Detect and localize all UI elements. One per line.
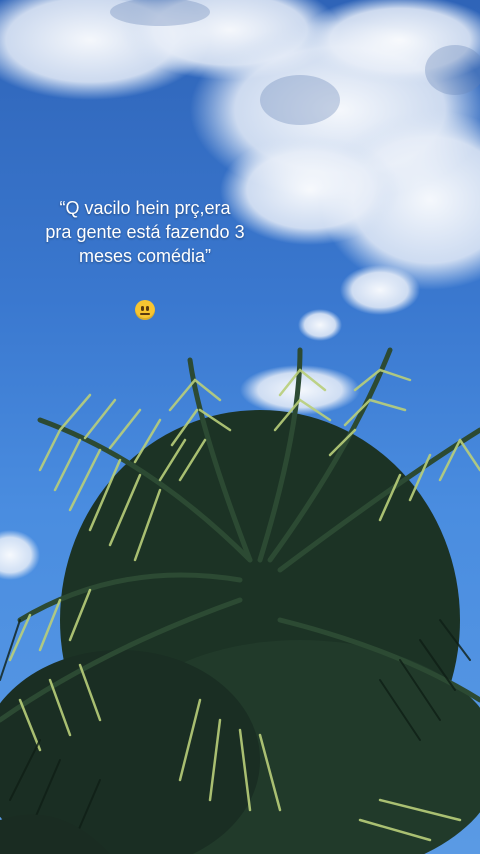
- caption-text: “Q vacilo hein prç,era pra gente está fa…: [45, 198, 245, 266]
- sky-and-palm-illustration: [0, 0, 480, 854]
- neutral-face-icon: [135, 300, 155, 321]
- palm-tree: [0, 347, 480, 854]
- photo-scene: “Q vacilo hein prç,era pra gente está fa…: [0, 0, 480, 854]
- story-caption: “Q vacilo hein prç,era pra gente está fa…: [0, 172, 290, 344]
